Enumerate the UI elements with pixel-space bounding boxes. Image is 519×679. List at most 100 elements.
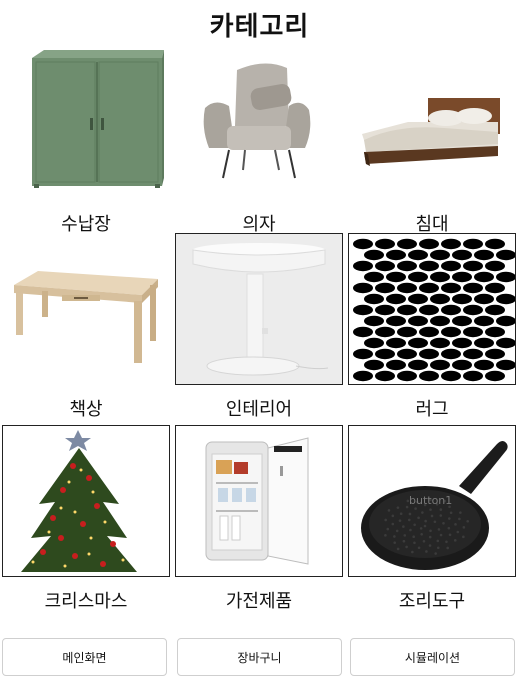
pan-perforation xyxy=(419,527,423,530)
rug-dot xyxy=(463,326,483,338)
rug-dot xyxy=(430,293,450,305)
pan-perforation xyxy=(391,522,395,526)
pan-perforation xyxy=(395,529,399,533)
pan-perforation xyxy=(424,519,427,523)
rug-dot xyxy=(441,304,461,316)
pan-perforation xyxy=(405,545,408,549)
mini-fridge-image xyxy=(175,425,343,577)
pan-perforation xyxy=(449,511,453,515)
pan-perforation xyxy=(436,539,440,543)
rug-dot xyxy=(419,304,439,316)
pan-perforation xyxy=(407,518,411,522)
pan-perforation xyxy=(439,508,443,511)
rug-dot xyxy=(463,370,483,382)
frying-pan-image: button1 xyxy=(348,425,516,577)
pan-perforation xyxy=(420,532,423,536)
category-label: 러그 xyxy=(415,399,449,420)
rug-dot xyxy=(441,370,461,382)
rug-dot xyxy=(430,359,450,371)
dotted-rug-image xyxy=(348,233,516,385)
rug-dot xyxy=(353,238,373,250)
rug-dot xyxy=(408,337,428,349)
pan-perforation xyxy=(434,552,437,555)
rug-dot xyxy=(386,337,406,349)
rug-dot xyxy=(353,282,373,294)
category-item-chair[interactable]: 의자 xyxy=(175,48,343,235)
pan-perforation xyxy=(413,541,416,545)
category-label: 수납장 xyxy=(61,214,111,235)
pan-perforation xyxy=(456,530,460,534)
rug-dot xyxy=(408,315,428,327)
rug-dot xyxy=(496,315,515,327)
rug-dot xyxy=(452,271,472,283)
rug-dot xyxy=(397,304,417,316)
rug-dot xyxy=(353,348,373,360)
rug-dot xyxy=(441,282,461,294)
rug-dot xyxy=(485,238,505,250)
pan-perforation xyxy=(399,512,403,515)
rug-dot xyxy=(430,315,450,327)
cart-button[interactable]: 장바구니 xyxy=(177,638,342,676)
rug-dot xyxy=(375,260,395,272)
pan-perforation xyxy=(402,539,406,543)
category-item-interior[interactable]: 인테리어 xyxy=(175,233,343,420)
rug-dot xyxy=(386,293,406,305)
rug-dot xyxy=(419,348,439,360)
desk-image xyxy=(2,233,170,385)
rug-dot xyxy=(386,271,406,283)
rug-dot xyxy=(397,326,417,338)
category-item-desk[interactable]: 책상 xyxy=(2,233,170,420)
rug-dot xyxy=(408,271,428,283)
rug-dot xyxy=(397,370,417,382)
rug-dot xyxy=(463,282,483,294)
category-item-christmas[interactable]: 크리스마스 xyxy=(2,425,170,612)
rug-dot xyxy=(397,238,417,250)
category-item-storage[interactable]: 수납장 xyxy=(2,48,170,235)
rug-dot xyxy=(375,304,395,316)
rug-dot xyxy=(386,249,406,261)
pan-perforation xyxy=(446,546,449,550)
rug-dot xyxy=(353,370,373,382)
pan-perforation xyxy=(386,527,390,531)
rug-dot xyxy=(430,249,450,261)
category-item-appliance[interactable]: 가전제품 xyxy=(175,425,343,612)
main-screen-button[interactable]: 메인화면 xyxy=(2,638,167,676)
table-lamp-image xyxy=(175,233,343,385)
pan-perforation xyxy=(453,539,457,542)
pan-perforation xyxy=(393,541,397,544)
rug-dot xyxy=(364,359,384,371)
rug-dot xyxy=(485,282,505,294)
rug-dot xyxy=(397,282,417,294)
pan-perforation xyxy=(387,509,391,512)
rug-dot xyxy=(408,359,428,371)
rug-dot xyxy=(430,271,450,283)
rug-dot xyxy=(474,359,494,371)
rug-dot xyxy=(485,304,505,316)
category-item-rug[interactable]: 러그 xyxy=(348,233,516,420)
pan-perforation xyxy=(409,528,412,532)
rug-dot xyxy=(441,260,461,272)
pan-perforation xyxy=(403,534,407,537)
pan-perforation xyxy=(391,514,395,518)
pan-perforation xyxy=(428,535,432,539)
pan-perforation xyxy=(417,516,420,520)
pan-perforation xyxy=(384,518,387,522)
category-item-bed[interactable]: 침대 xyxy=(348,48,516,235)
category-grid: 수납장 의자 침대 책상 인테리어 러그 크리스마스 가전제품 button1 … xyxy=(0,0,519,620)
rug-dot xyxy=(496,249,515,261)
rug-dot xyxy=(364,293,384,305)
category-label: 인테리어 xyxy=(225,399,293,420)
rug-dot xyxy=(474,293,494,305)
rug-dot xyxy=(485,260,505,272)
rug-dot xyxy=(474,271,494,283)
pan-perforation xyxy=(398,519,402,522)
category-label: 책상 xyxy=(69,399,103,420)
simulation-button[interactable]: 시뮬레이션 xyxy=(350,638,515,676)
pan-perforation xyxy=(466,519,470,523)
rug-dot xyxy=(452,293,472,305)
category-item-cookware[interactable]: button1 조리도구 xyxy=(348,425,516,612)
rug-dot xyxy=(463,304,483,316)
rug-dot xyxy=(485,370,505,382)
pan-perforation xyxy=(429,508,432,511)
pan-overlay-text: button1 xyxy=(409,494,452,507)
